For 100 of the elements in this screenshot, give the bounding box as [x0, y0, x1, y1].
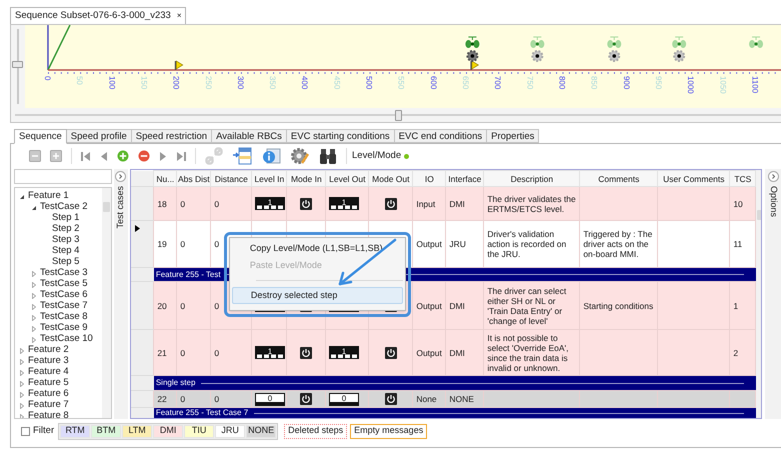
document-tab[interactable]: Sequence Subset-076-6-3-000_v233 ×	[10, 7, 186, 24]
tab[interactable]: EVC end conditions	[394, 129, 488, 143]
gear-icon[interactable]	[290, 147, 310, 165]
next-icon[interactable]	[159, 150, 167, 162]
expand-arrow-icon[interactable]	[31, 326, 37, 332]
checkbox[interactable]	[21, 426, 30, 436]
collapse-icon[interactable]	[29, 150, 41, 162]
column-header[interactable]: Description	[484, 170, 580, 186]
table-cell: 22	[154, 390, 177, 408]
group-header[interactable]: Single step	[154, 376, 756, 390]
expand-arrow-icon[interactable]	[31, 292, 37, 298]
table-cell: 19	[154, 220, 177, 268]
power-icon	[384, 346, 397, 358]
previous-icon[interactable]	[100, 150, 108, 162]
column-header[interactable]: User Comments	[658, 170, 730, 186]
sensor-icon[interactable]	[608, 50, 620, 62]
expand-chevron-icon[interactable]	[115, 171, 126, 182]
expand-arrow-icon[interactable]	[19, 348, 25, 354]
sensor-icon[interactable]	[466, 50, 478, 62]
expand-arrow-icon[interactable]	[31, 336, 37, 342]
table-cell: 10	[730, 186, 756, 220]
binoculars-icon[interactable]	[319, 147, 337, 165]
level-icon: 0	[255, 392, 286, 406]
group-header[interactable]: Feature 255 - Test Case 7	[154, 408, 756, 418]
axis-label: 300	[236, 76, 245, 90]
tab[interactable]: Sequence	[14, 129, 67, 144]
search-field[interactable]	[14, 169, 112, 184]
row-header[interactable]	[130, 186, 154, 220]
test-cases-label[interactable]: Test cases	[114, 186, 128, 229]
level-icon: 1	[255, 346, 286, 359]
expand-arrow-icon[interactable]	[19, 402, 25, 408]
expand-arrow-icon[interactable]	[31, 304, 37, 310]
collapse-arrow-icon[interactable]	[19, 194, 25, 200]
slider-thumb[interactable]	[395, 110, 402, 121]
collapse-arrow-icon[interactable]	[31, 204, 37, 210]
table-cell: The driver can select either SH or NL or 'Train Data Entry' or 'change of level'	[484, 282, 580, 330]
first-icon[interactable]	[81, 150, 91, 162]
column-header[interactable]: Abs Dist	[176, 170, 211, 186]
table-cell: 2	[730, 330, 756, 376]
balise-icon[interactable]	[749, 36, 764, 48]
sensor-icon[interactable]	[531, 50, 544, 62]
axis-label: 100	[107, 76, 116, 90]
speed-line	[47, 25, 71, 70]
column-header[interactable]: Comments	[580, 170, 658, 186]
tab[interactable]: EVC starting conditions	[286, 129, 395, 143]
options-label[interactable]: Options	[766, 186, 780, 218]
table-cell: Output	[412, 220, 446, 268]
tree-item[interactable]: Feature 1	[28, 189, 69, 204]
group-title: Single step	[156, 378, 196, 388]
power-icon	[300, 393, 312, 405]
add-icon[interactable]	[117, 150, 129, 162]
tab[interactable]: Speed restriction	[132, 129, 212, 143]
expand-arrow-icon[interactable]	[19, 358, 25, 364]
sensor-icon[interactable]	[673, 50, 686, 62]
column-header[interactable]: Level Out	[326, 170, 369, 186]
balise-icon[interactable]	[672, 36, 686, 48]
expand-arrow-icon[interactable]	[31, 314, 37, 320]
row-header[interactable]	[130, 330, 154, 376]
row-header[interactable]	[130, 390, 154, 408]
table-cell: None	[412, 390, 446, 408]
row-header[interactable]	[130, 282, 154, 330]
table-cell: 0	[176, 220, 211, 268]
column-header[interactable]: Interface	[446, 170, 484, 186]
expand-arrow-icon[interactable]	[19, 392, 25, 398]
info-icon[interactable]	[261, 147, 281, 165]
last-icon[interactable]	[176, 150, 186, 162]
legend-item: RTM	[60, 424, 90, 438]
expand-arrow-icon[interactable]	[31, 282, 37, 288]
remove-icon[interactable]	[138, 150, 150, 162]
tab[interactable]: Properties	[487, 129, 540, 143]
expand-arrow-icon[interactable]	[19, 380, 25, 386]
column-header[interactable]: Level In	[252, 170, 287, 186]
row-header[interactable]	[130, 220, 154, 268]
menu-item[interactable]: Destroy selected step	[232, 287, 403, 304]
legend-item: JRU	[215, 424, 246, 438]
column-header[interactable]: Mode In	[286, 170, 326, 186]
column-header[interactable]: Distance	[210, 170, 252, 186]
expand-arrow-icon[interactable]	[31, 270, 37, 276]
close-button[interactable]: ×	[176, 10, 182, 22]
expand-arrow-icon[interactable]	[19, 370, 25, 376]
expand-arrow-icon[interactable]	[19, 414, 25, 418]
column-header[interactable]: Mode Out	[368, 170, 413, 186]
axis-label: 950	[654, 76, 663, 90]
expand-chevron-icon[interactable]	[768, 171, 779, 182]
balise-icon[interactable]	[465, 36, 480, 48]
level-icon: 1	[329, 346, 360, 359]
expand-icon[interactable]	[50, 150, 62, 162]
column-header[interactable]: IO	[412, 170, 446, 186]
group-title: Feature 255 - Test Case 7	[156, 408, 248, 418]
column-header[interactable]: Nu...	[154, 170, 177, 186]
column-header[interactable]: TCS	[730, 170, 756, 186]
balise-icon[interactable]	[530, 36, 544, 48]
link-icon[interactable]	[205, 147, 223, 165]
tab[interactable]: Available RBCs	[212, 129, 287, 143]
table-icon[interactable]	[232, 147, 252, 165]
scrollbar[interactable]	[102, 188, 111, 418]
tab[interactable]: Speed profile	[66, 129, 132, 143]
balise-icon[interactable]	[607, 36, 622, 48]
group-title: Feature 255 - Test	[156, 270, 221, 280]
table-cell: DMI	[446, 282, 484, 330]
